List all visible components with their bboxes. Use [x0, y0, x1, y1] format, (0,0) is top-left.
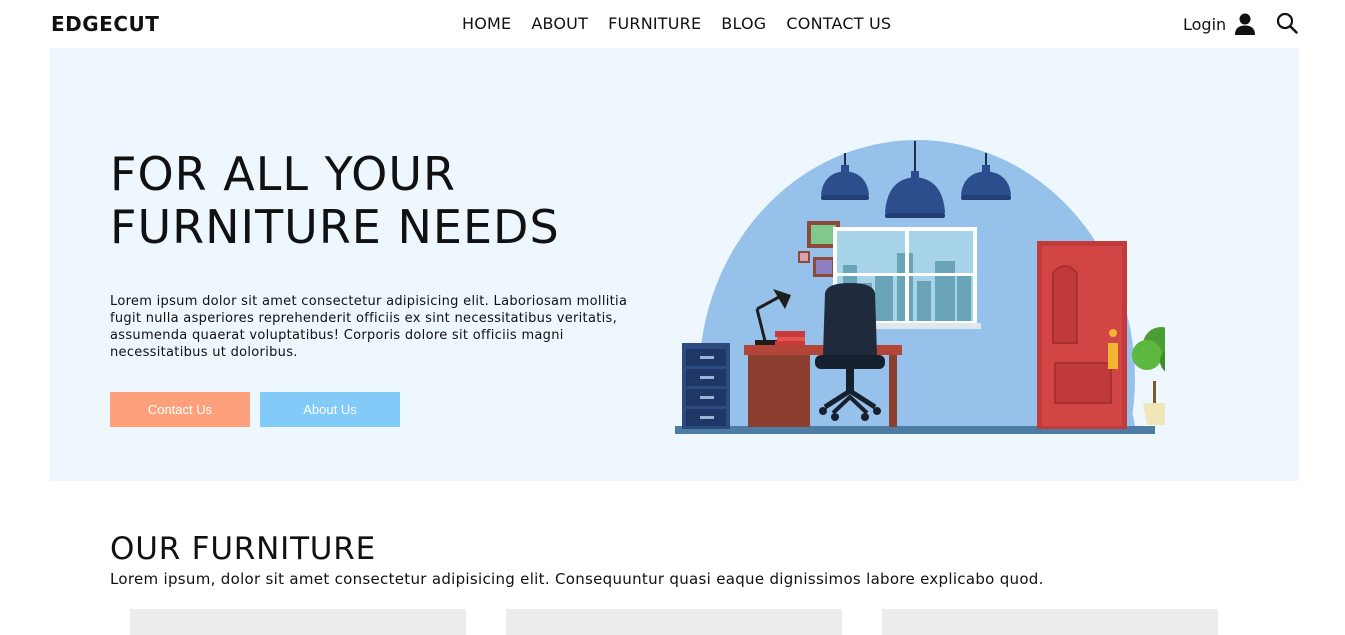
hero-description: Lorem ipsum dolor sit amet consectetur a…: [110, 294, 628, 360]
brand-logo[interactable]: EDGECUT: [51, 12, 159, 36]
office-illustration: [675, 140, 1165, 434]
nav-blog[interactable]: BLOG: [721, 14, 766, 33]
nav-home[interactable]: HOME: [462, 14, 511, 33]
hero-title-line1: FOR ALL YOUR: [110, 147, 457, 201]
login-label: Login: [1183, 14, 1227, 34]
nav-about[interactable]: ABOUT: [531, 14, 588, 33]
login-link[interactable]: Login: [1183, 13, 1256, 35]
hero-section: FOR ALL YOUR FURNITURE NEEDS Lorem ipsum…: [50, 48, 1299, 481]
hero-title: FOR ALL YOUR FURNITURE NEEDS: [110, 148, 590, 254]
main-menu: HOME ABOUT FURNITURE BLOG CONTACT US: [462, 14, 911, 33]
about-us-button[interactable]: About Us: [260, 392, 400, 427]
furniture-card[interactable]: [506, 609, 842, 635]
nav-furniture[interactable]: FURNITURE: [608, 14, 701, 33]
user-icon: [1234, 13, 1256, 35]
furniture-card[interactable]: [130, 609, 466, 635]
nav-contact-us[interactable]: CONTACT US: [786, 14, 891, 33]
search-icon[interactable]: [1276, 12, 1298, 34]
section-title: OUR FURNITURE: [110, 531, 377, 567]
section-description: Lorem ipsum, dolor sit amet consectetur …: [110, 570, 1044, 588]
hero-title-line2: FURNITURE NEEDS: [110, 200, 560, 254]
navbar: EDGECUT HOME ABOUT FURNITURE BLOG CONTAC…: [0, 0, 1345, 48]
contact-us-button[interactable]: Contact Us: [110, 392, 250, 427]
furniture-card[interactable]: [882, 609, 1218, 635]
